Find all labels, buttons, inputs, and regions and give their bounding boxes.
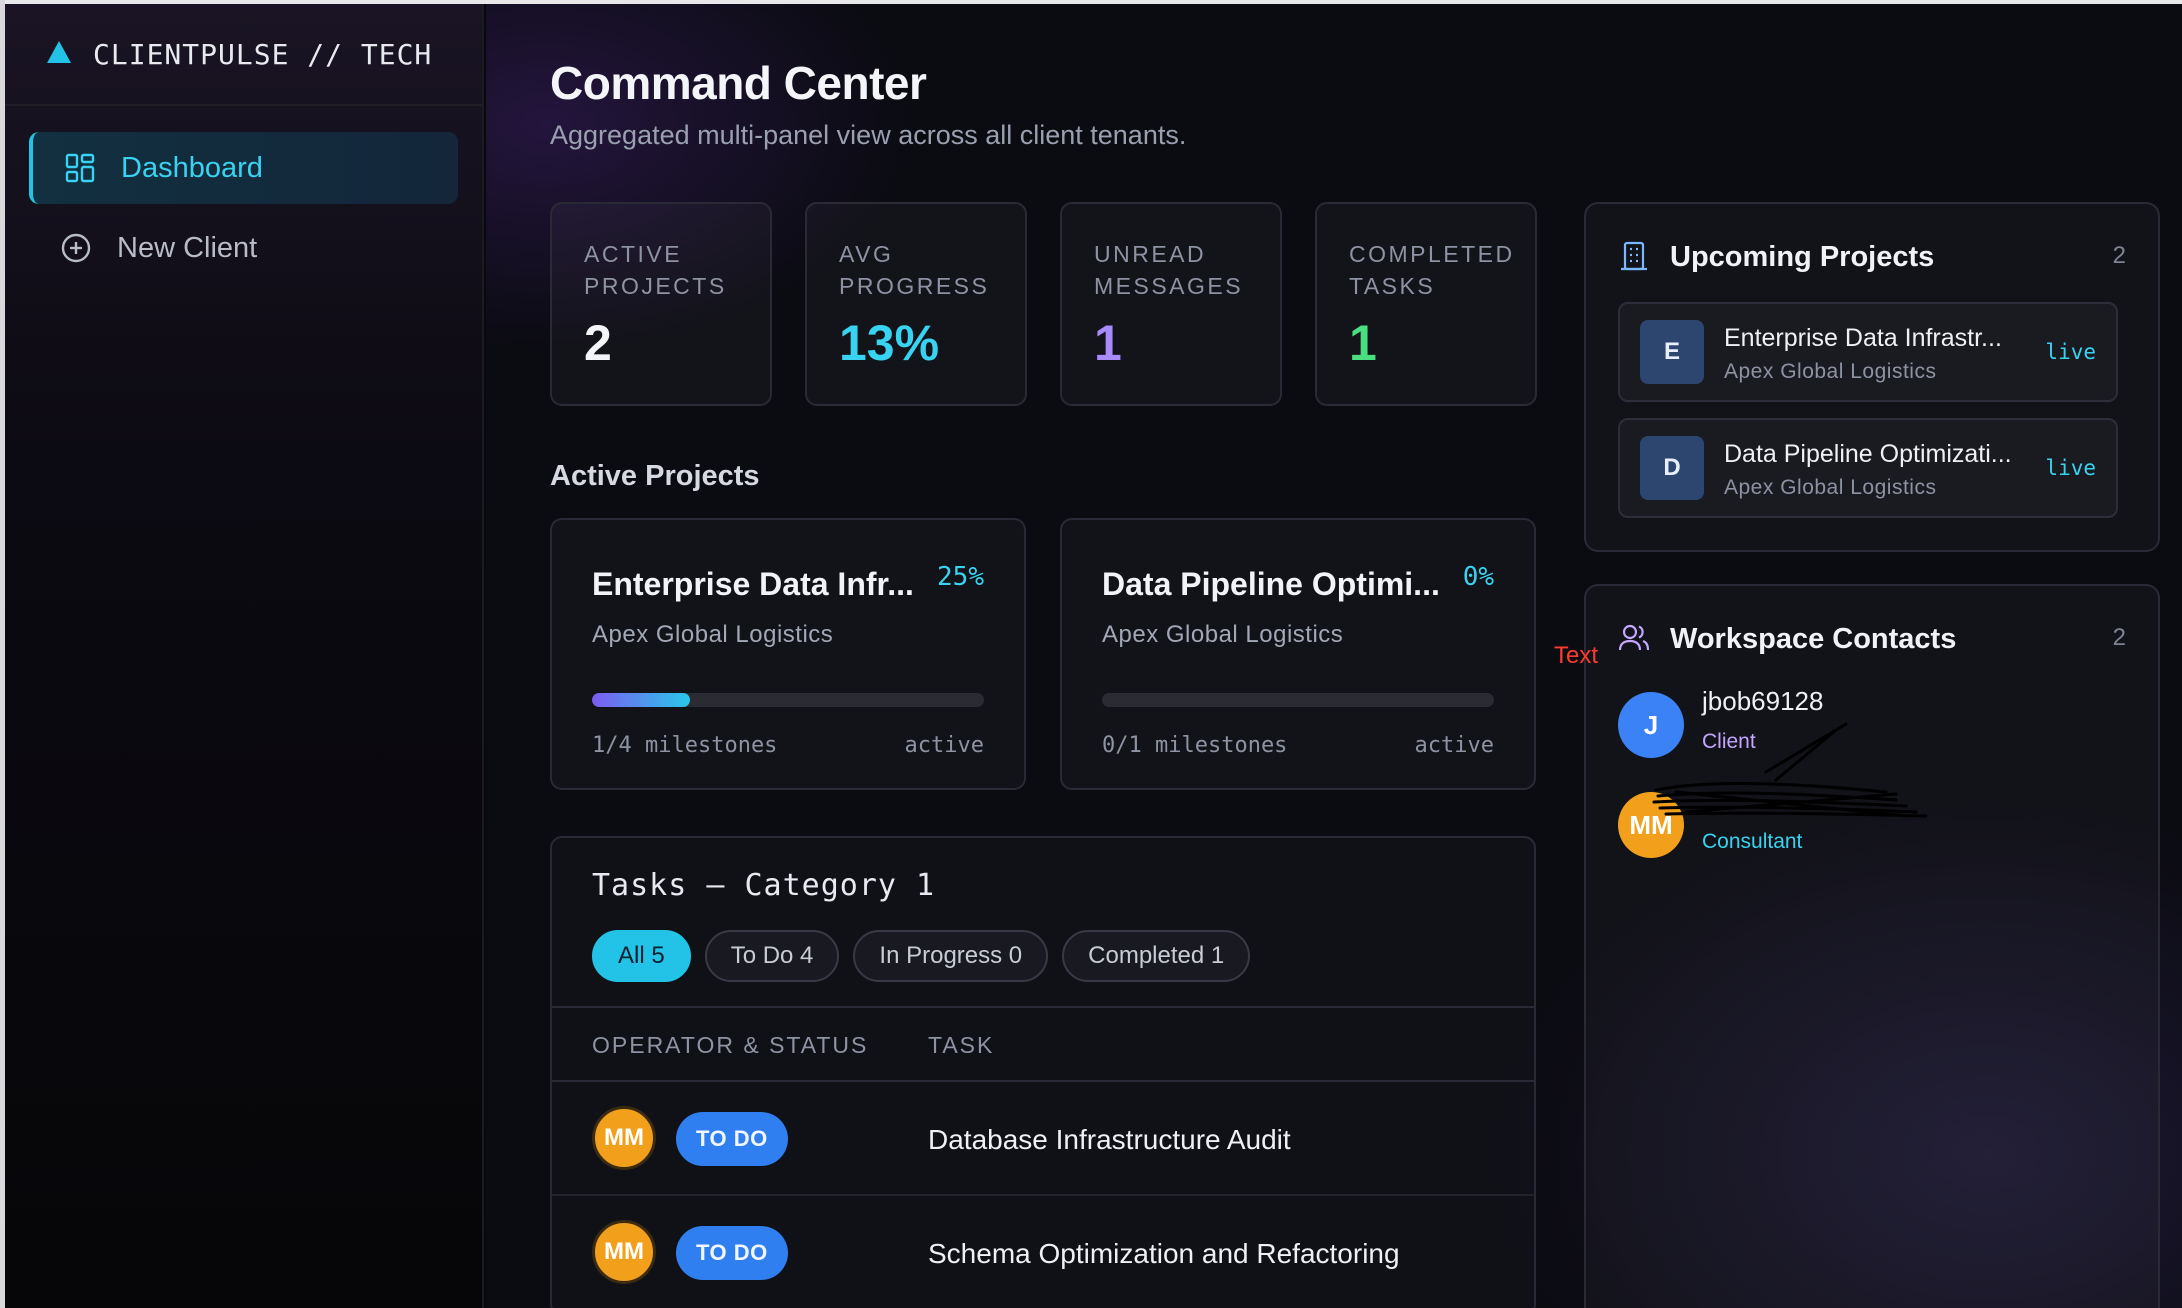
- active-projects-heading: Active Projects: [550, 460, 760, 492]
- grid-icon: [63, 151, 97, 185]
- table-row[interactable]: MM TO DO Schema Optimization and Refacto…: [552, 1196, 1534, 1308]
- live-badge: live: [2045, 340, 2096, 364]
- panel-count: 2: [2112, 242, 2126, 269]
- sidebar-nav: Dashboard New Client: [5, 106, 482, 318]
- sidebar-item-new-client[interactable]: New Client: [29, 212, 458, 284]
- filter-all[interactable]: All 5: [592, 930, 691, 982]
- task-name: Database Infrastructure Audit: [928, 1124, 1291, 1155]
- brand-header: CLIENTPULSE // TECH: [5, 4, 482, 106]
- stat-value: 1: [1094, 315, 1122, 371]
- workspace-contacts-header: Workspace Contacts: [1618, 622, 1956, 656]
- status-badge: TO DO: [676, 1226, 788, 1280]
- upcoming-project-item[interactable]: E Enterprise Data Infrastr... Apex Globa…: [1618, 302, 2118, 402]
- task-name: Schema Optimization and Refactoring: [928, 1238, 1400, 1269]
- sidebar-item-label: New Client: [117, 231, 258, 264]
- stat-card-avg-progress: AVG PROGRESS 13%: [805, 202, 1027, 406]
- project-name: Data Pipeline Optimi...: [1102, 566, 1440, 602]
- project-status: active: [1414, 733, 1494, 758]
- users-icon: [1618, 622, 1652, 656]
- main-content: Command Center Aggregated multi-panel vi…: [486, 4, 2182, 1308]
- progress-bar: [592, 693, 984, 707]
- sidebar: CLIENTPULSE // TECH Dashboard New Client: [5, 4, 484, 1308]
- table-row[interactable]: MM TO DO Database Infrastructure Audit: [552, 1082, 1534, 1196]
- tasks-title: Tasks — Category 1: [592, 868, 936, 903]
- project-percent: 0%: [1462, 562, 1494, 592]
- column-header-task: TASK: [928, 1032, 995, 1058]
- project-name: Enterprise Data Infr...: [592, 566, 914, 602]
- panel-title: Workspace Contacts: [1670, 622, 1957, 655]
- stat-card-completed-tasks: COMPLETED TASKS 1: [1315, 202, 1537, 406]
- project-client: Apex Global Logistics: [592, 621, 834, 648]
- project-client: Apex Global Logistics: [1724, 360, 1937, 383]
- stat-label: ACTIVE PROJECTS: [584, 241, 727, 299]
- stat-value: 13%: [839, 315, 940, 371]
- workspace-contacts-panel: Workspace Contacts 2 J jbob69128 Client …: [1584, 584, 2160, 1308]
- contact-name: jbob69128: [1702, 686, 1824, 716]
- filter-todo[interactable]: To Do 4: [704, 930, 840, 982]
- page-subtitle: Aggregated multi-panel view across all c…: [550, 120, 1187, 150]
- brand-name: CLIENTPULSE // TECH: [93, 37, 433, 71]
- panel-title: Upcoming Projects: [1670, 240, 1935, 273]
- project-status: active: [904, 733, 984, 758]
- stat-label: AVG PROGRESS: [839, 241, 990, 299]
- upcoming-projects-panel: Upcoming Projects 2 E Enterprise Data In…: [1584, 202, 2160, 552]
- panel-count: 2: [2112, 624, 2126, 651]
- redaction-scribble: [1652, 722, 1928, 818]
- stat-label: UNREAD MESSAGES: [1094, 241, 1244, 299]
- status-badge: TO DO: [676, 1112, 788, 1166]
- page-title: Command Center: [550, 57, 927, 109]
- tasks-panel: Tasks — Category 1 All 5 To Do 4 In Prog…: [550, 836, 1536, 1308]
- project-milestones: 0/1 milestones: [1102, 733, 1288, 758]
- filter-in-progress[interactable]: In Progress 0: [853, 930, 1049, 982]
- filter-completed[interactable]: Completed 1: [1062, 930, 1251, 982]
- project-milestones: 1/4 milestones: [592, 733, 778, 758]
- project-card[interactable]: Enterprise Data Infr... 25% Apex Global …: [550, 518, 1026, 790]
- progress-bar: [1102, 693, 1494, 707]
- stat-label: COMPLETED TASKS: [1349, 241, 1515, 299]
- project-client: Apex Global Logistics: [1724, 476, 1937, 499]
- live-badge: live: [2045, 456, 2096, 480]
- project-avatar: E: [1640, 320, 1704, 384]
- avatar: MM: [592, 1220, 656, 1284]
- sidebar-item-label: Dashboard: [121, 151, 263, 184]
- contact-role: Consultant: [1702, 830, 1803, 853]
- triangle-logo-icon: [47, 41, 71, 63]
- stat-value: 1: [1349, 315, 1377, 371]
- annotation-text: Text: [1554, 642, 1599, 669]
- stat-card-unread-messages: UNREAD MESSAGES 1: [1060, 202, 1282, 406]
- upcoming-project-item[interactable]: D Data Pipeline Optimizati... Apex Globa…: [1618, 418, 2118, 518]
- project-avatar: D: [1640, 436, 1704, 500]
- project-percent: 25%: [937, 562, 984, 592]
- stat-card-active-projects: ACTIVE PROJECTS 2: [550, 202, 772, 406]
- table-header: OPERATOR & STATUS TASK: [552, 1006, 1534, 1082]
- progress-bar-fill: [592, 693, 690, 707]
- plus-circle-icon: [59, 231, 93, 265]
- project-name: Data Pipeline Optimizati...: [1724, 440, 2012, 468]
- project-name: Enterprise Data Infrastr...: [1724, 324, 2002, 352]
- upcoming-projects-header: Upcoming Projects: [1618, 240, 1934, 274]
- project-card[interactable]: Data Pipeline Optimi... 0% Apex Global L…: [1060, 518, 1536, 790]
- task-filters: All 5 To Do 4 In Progress 0 Completed 1: [592, 930, 1251, 982]
- building-icon: [1618, 240, 1652, 274]
- project-client: Apex Global Logistics: [1102, 621, 1344, 648]
- sidebar-item-dashboard[interactable]: Dashboard: [29, 132, 458, 204]
- avatar: MM: [592, 1106, 656, 1170]
- column-header-operator: OPERATOR & STATUS: [592, 1032, 869, 1058]
- stat-value: 2: [584, 315, 612, 371]
